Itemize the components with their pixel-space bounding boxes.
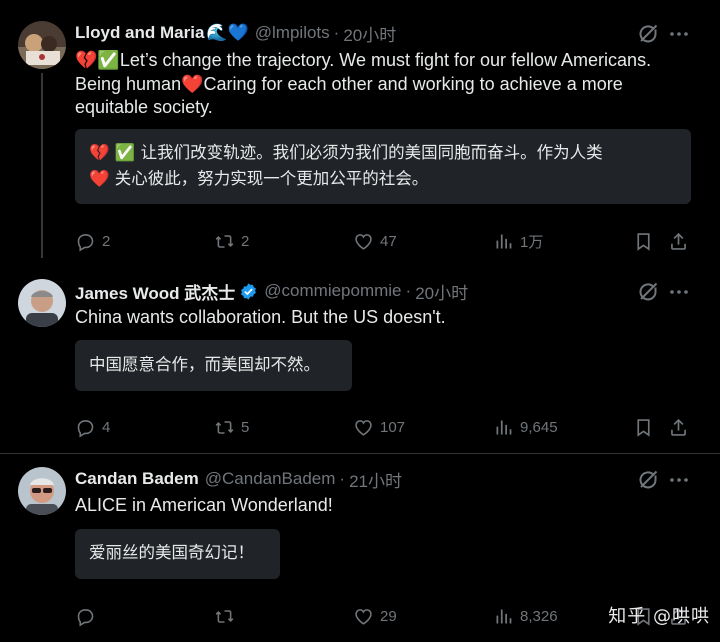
grok-icon[interactable] bbox=[636, 280, 660, 304]
like-count: 107 bbox=[380, 418, 406, 436]
bookmark-button[interactable] bbox=[633, 229, 654, 253]
user-handle[interactable]: @commiepommie bbox=[264, 281, 401, 301]
grok-icon[interactable] bbox=[636, 468, 660, 492]
like-count: 47 bbox=[380, 232, 397, 250]
retweet-count: 2 bbox=[241, 232, 250, 250]
user-handle[interactable]: @lmpilots bbox=[255, 23, 330, 43]
tweet-text-line: 💔✅Let’s change the trajectory. We must f… bbox=[75, 50, 652, 70]
tweet-header: James Wood 武杰士 @commiepommie · 20小时 bbox=[75, 279, 468, 303]
separator-dot: · bbox=[405, 281, 412, 300]
views-count: 9,645 bbox=[520, 418, 558, 436]
retweet-icon bbox=[214, 417, 235, 438]
retweet-button[interactable]: 2 bbox=[214, 229, 249, 253]
display-name[interactable]: Candan Badem bbox=[75, 469, 199, 489]
tweet-header: Candan Badem @CandanBadem · 21小时 bbox=[75, 467, 402, 491]
translation-box: 爱丽丝的美国奇幻记！ bbox=[75, 529, 280, 579]
translation-line: 中国愿意合作，而美国却不然。 bbox=[89, 355, 320, 374]
retweet-button[interactable]: 5 bbox=[214, 415, 249, 439]
views-count: 8,326 bbox=[520, 607, 558, 625]
tweet-text-line: Being human❤️Caring for each other and w… bbox=[75, 73, 623, 94]
user-handle[interactable]: @CandanBadem bbox=[205, 469, 336, 489]
retweet-count: 5 bbox=[241, 418, 250, 436]
tweet-header: Lloyd and Maria 🌊💙 @lmpilots · 20小时 bbox=[75, 21, 396, 45]
retweet-icon bbox=[214, 231, 235, 252]
timestamp[interactable]: 20小时 bbox=[415, 279, 468, 304]
more-icon[interactable] bbox=[667, 22, 691, 46]
retweet-icon bbox=[214, 606, 235, 627]
avatar[interactable] bbox=[18, 21, 66, 69]
timestamp[interactable]: 20小时 bbox=[343, 21, 396, 46]
reply-button[interactable] bbox=[75, 604, 102, 628]
display-name[interactable]: James Wood 武杰士 bbox=[75, 279, 235, 304]
display-name[interactable]: Lloyd and Maria bbox=[75, 23, 204, 43]
like-icon bbox=[353, 231, 374, 252]
divider bbox=[0, 453, 720, 454]
views-icon bbox=[493, 231, 514, 252]
reply-icon bbox=[75, 417, 96, 438]
action-bar: 4 5 107 9,645 bbox=[75, 415, 700, 439]
separator-dot: · bbox=[333, 23, 340, 42]
tweet-text: 💔✅Let’s change the trajectory. We must f… bbox=[75, 49, 700, 120]
tweet-text-line: equitable society. bbox=[75, 97, 213, 117]
tweet-text-line: China wants collaboration. But the US do… bbox=[75, 307, 446, 327]
reply-count: 4 bbox=[102, 418, 111, 436]
translation-line: ❤️ 关心彼此，努力实现一个更加公平的社会。 bbox=[89, 169, 429, 188]
timestamp[interactable]: 21小时 bbox=[349, 467, 402, 492]
name-emoji: 🌊💙 bbox=[206, 23, 249, 43]
bookmark-icon bbox=[633, 231, 654, 252]
thread-line bbox=[41, 73, 43, 258]
views-button[interactable]: 9,645 bbox=[493, 415, 558, 439]
action-bar: 2 2 47 1万 bbox=[75, 229, 700, 253]
views-button[interactable]: 1万 bbox=[493, 229, 543, 253]
more-icon[interactable] bbox=[667, 280, 691, 304]
like-button[interactable]: 107 bbox=[353, 415, 405, 439]
like-button[interactable]: 47 bbox=[353, 229, 397, 253]
grok-icon[interactable] bbox=[636, 22, 660, 46]
bookmark-icon bbox=[633, 417, 654, 438]
views-button[interactable]: 8,326 bbox=[493, 604, 558, 628]
separator-dot: · bbox=[339, 469, 346, 488]
bookmark-button[interactable] bbox=[633, 415, 654, 439]
share-icon bbox=[668, 417, 689, 438]
avatar[interactable] bbox=[18, 467, 66, 515]
translation-box: 中国愿意合作，而美国却不然。 bbox=[75, 340, 352, 391]
reply-button[interactable]: 4 bbox=[75, 415, 110, 439]
tweet-text: China wants collaboration. But the US do… bbox=[75, 306, 700, 330]
tweet-text-line: ALICE in American Wonderland! bbox=[75, 495, 333, 515]
retweet-button[interactable] bbox=[214, 604, 241, 628]
translation-line: 💔 ✅ 让我们改变轨迹。我们必须为我们的美国同胞而奋斗。作为人类 bbox=[89, 143, 603, 162]
reply-count: 2 bbox=[102, 232, 111, 250]
share-icon bbox=[668, 231, 689, 252]
avatar[interactable] bbox=[18, 279, 66, 327]
more-icon[interactable] bbox=[667, 468, 691, 492]
translation-box: 💔 ✅ 让我们改变轨迹。我们必须为我们的美国同胞而奋斗。作为人类 ❤️ 关心彼此… bbox=[75, 129, 691, 204]
views-count: 1万 bbox=[520, 233, 544, 251]
like-count: 29 bbox=[380, 607, 397, 625]
reply-button[interactable]: 2 bbox=[75, 229, 110, 253]
zhihu-watermark: 知乎 @哄哄 bbox=[608, 606, 710, 627]
translation-line: 爱丽丝的美国奇幻记！ bbox=[89, 543, 254, 562]
like-icon bbox=[353, 417, 374, 438]
like-icon bbox=[353, 606, 374, 627]
tweet-text: ALICE in American Wonderland! bbox=[75, 494, 700, 518]
action-bar: 29 8,326 bbox=[75, 604, 700, 628]
verified-badge-icon bbox=[241, 282, 257, 300]
views-icon bbox=[493, 606, 514, 627]
share-button[interactable] bbox=[668, 415, 689, 439]
like-button[interactable]: 29 bbox=[353, 604, 397, 628]
reply-icon bbox=[75, 606, 96, 627]
views-icon bbox=[493, 417, 514, 438]
share-button[interactable] bbox=[668, 229, 689, 253]
reply-icon bbox=[75, 231, 96, 252]
